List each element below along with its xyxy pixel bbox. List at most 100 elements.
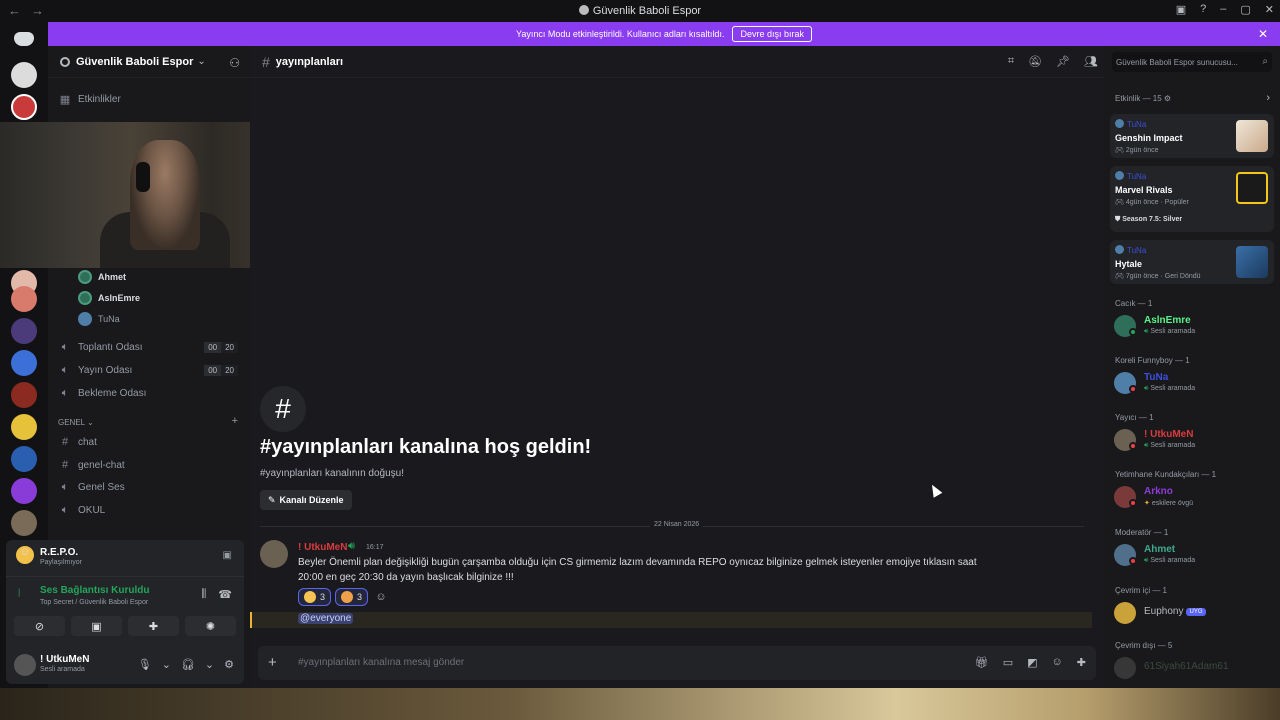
member-status: 🔊︎ Sesli aramada <box>1144 328 1195 336</box>
guild-header[interactable]: Güvenlik Baboli Espor ⌄ ⚇ <box>48 46 250 78</box>
streamer-mode-banner: Yayıncı Modu etkinleştirildi. Kullanıcı … <box>48 22 1280 46</box>
emoji-icon[interactable]: ☺ <box>1052 656 1063 669</box>
connection-channel[interactable]: Top Secret / Güvenlik Baboli Espor <box>40 599 148 606</box>
voice-channel-genel-ses[interactable]: 🔈︎ Genel Ses <box>58 478 125 496</box>
gear-icon[interactable]: ⚙ <box>1164 94 1171 103</box>
disconnect-icon[interactable]: ☎ <box>218 588 232 601</box>
screen-share-button[interactable]: ▣ <box>71 616 122 636</box>
text-channel-chat[interactable]: # chat <box>58 433 97 451</box>
message-author[interactable]: ! UtkuMeN <box>298 542 347 553</box>
voice-user-2[interactable]: AslnEmre <box>78 289 140 307</box>
composer-placeholder[interactable]: #yayınplanları kanalına mesaj gönder <box>298 657 464 668</box>
activity-user: TuNa <box>1127 120 1147 129</box>
member-item[interactable]: AslnEmre 🔊︎ Sesli aramada <box>1114 313 1274 339</box>
chat-area: # yayınplanları ⌗ 🔕︎ 📌︎ 👥︎ # #yayınplanl… <box>250 46 1104 688</box>
settings-gear-icon[interactable]: ⚙ <box>224 658 234 671</box>
reaction-1[interactable]: 3 <box>298 588 332 606</box>
member-name: TuNa <box>1144 372 1169 383</box>
member-item[interactable]: Euphony UYG <box>1114 600 1274 626</box>
server-icon-7[interactable] <box>11 382 37 408</box>
channel-name: Bekleme Odası <box>78 387 147 399</box>
voice-channel-yayin[interactable]: 🔈︎ Yayın Odası <box>58 361 133 379</box>
server-icon-10[interactable] <box>11 478 37 504</box>
member-status-text: Sesli aramada <box>1150 557 1196 564</box>
avatar[interactable] <box>14 654 36 676</box>
text-channel-genel-chat[interactable]: # genel-chat <box>58 456 125 474</box>
server-icon-2[interactable] <box>11 94 37 120</box>
share-screen-icon[interactable]: ▣ <box>223 550 232 561</box>
help-icon[interactable]: ? <box>1200 3 1206 16</box>
threads-icon[interactable]: ⌗ <box>1008 55 1014 68</box>
invite-people-icon[interactable]: ⚇ <box>229 56 240 70</box>
close-window-button[interactable]: ✕ <box>1265 3 1274 16</box>
voice-channel-bekleme[interactable]: 🔈︎ Bekleme Odası <box>58 384 147 402</box>
message-composer[interactable]: + #yayınplanları kanalına mesaj gönder 🎁… <box>258 646 1096 680</box>
activity-card-1[interactable]: TuNa Genshin Impact 🎮︎ 2gün önce <box>1110 114 1274 158</box>
server-icon-9[interactable] <box>11 446 37 472</box>
voice-user-3[interactable]: TuNa <box>78 310 120 328</box>
chevron-down-icon[interactable]: ⌄ <box>205 658 214 671</box>
member-item[interactable]: 61Siyah61Adam61 <box>1114 655 1274 681</box>
season-label: Season 7.5: Silver <box>1122 216 1183 223</box>
discord-home-icon[interactable] <box>14 32 34 46</box>
voice-user-1[interactable]: Ahmet <box>78 268 126 286</box>
inbox-icon[interactable]: ▣ <box>1176 3 1186 16</box>
microphone-icon[interactable]: 🎙︎ <box>138 658 152 671</box>
user-panel: ! UtkuMeN Sesli aramada 🎙︎ ⌄ 🎧︎ ⌄ ⚙ <box>6 648 244 684</box>
mention-row: @everyone <box>250 612 1092 628</box>
gif-icon[interactable]: ▭ <box>1003 656 1013 669</box>
category-genel[interactable]: GENEL ⌄ <box>58 418 94 427</box>
member-item[interactable]: TuNa 🔊︎ Sesli aramada <box>1114 370 1274 396</box>
close-banner-icon[interactable]: ✕ <box>1258 27 1268 41</box>
activity-card-3[interactable]: TuNa Hytale 🎮︎ 7gün önce · Geri Döndü <box>1110 240 1274 284</box>
server-icon-8[interactable] <box>11 414 37 440</box>
server-icon-6[interactable] <box>11 350 37 376</box>
events-item[interactable]: ▦ Etkinlikler <box>58 90 121 108</box>
voice-channel-toplanti[interactable]: 🔈︎ Toplantı Odası <box>58 338 143 356</box>
member-item[interactable]: ! UtkuMeN 🔊︎ Sesli aramada <box>1114 427 1274 453</box>
activities-button[interactable]: ✚ <box>128 616 179 636</box>
maximize-button[interactable]: ▢ <box>1240 3 1250 16</box>
channel-name: genel-chat <box>78 459 125 471</box>
everyone-mention[interactable]: @everyone <box>298 613 354 624</box>
minimize-button[interactable]: – <box>1220 3 1226 16</box>
noise-suppression-icon[interactable]: ⫼ <box>201 588 206 601</box>
disable-button[interactable]: Devre dışı bırak <box>732 26 812 42</box>
activity-card-2[interactable]: TuNa Marvel Rivals 🎮︎ 4gün önce · Popüle… <box>1110 166 1274 232</box>
add-reaction-icon[interactable]: ☺ <box>372 588 390 606</box>
attach-plus-icon[interactable]: + <box>268 654 277 671</box>
username: ! UtkuMeN <box>40 654 90 665</box>
member-status-text: eskilere övgü <box>1151 500 1194 507</box>
soundboard-button[interactable]: ✺ <box>185 616 236 636</box>
member-name: Ahmet <box>1144 544 1176 555</box>
genshin-art-icon <box>1236 120 1268 152</box>
server-icon-11[interactable] <box>11 510 37 536</box>
sticker-icon[interactable]: ◩ <box>1027 656 1037 669</box>
headphones-icon[interactable]: 🎧︎ <box>181 658 195 671</box>
chevron-right-icon[interactable]: › <box>1266 92 1270 104</box>
server-icon-5[interactable] <box>11 318 37 344</box>
edit-channel-button[interactable]: ✎ Kanalı Düzenle <box>260 490 352 510</box>
server-icon-1[interactable] <box>11 62 37 88</box>
message-content: Beyler Önemli plan değişikliği bugün çar… <box>298 557 977 583</box>
thinking-emoji-icon <box>304 591 316 603</box>
chevron-down-icon[interactable]: ⌄ <box>162 658 171 671</box>
member-item[interactable]: Ahmet 🔊︎ Sesli aramada <box>1114 542 1274 568</box>
server-icon-4[interactable] <box>11 286 37 312</box>
connection-status[interactable]: Ses Bağlantısı Kuruldu <box>40 585 149 596</box>
voice-channel-okul[interactable]: 🔈︎ OKUL <box>58 501 106 519</box>
notification-bell-icon[interactable]: 🔕︎ <box>1028 55 1042 68</box>
gift-icon[interactable]: 🎁︎ <box>975 656 989 669</box>
avatar[interactable] <box>260 540 288 568</box>
chat-header: # yayınplanları ⌗ 🔕︎ 📌︎ 👥︎ <box>250 46 1104 78</box>
member-item[interactable]: Arkno ✦ eskilere övgü <box>1114 484 1274 510</box>
pin-icon[interactable]: 📌︎ <box>1056 55 1070 68</box>
search-placeholder: Güvenlik Baboli Espor sunucusu... <box>1116 58 1238 67</box>
add-channel-icon[interactable]: + <box>232 415 238 427</box>
apps-icon[interactable]: ✚ <box>1077 656 1086 669</box>
camera-off-button[interactable]: ⊘ <box>14 616 65 636</box>
member-list-icon[interactable]: 👥︎ <box>1084 55 1098 68</box>
member-status: 🔊︎ Sesli aramada <box>1144 442 1195 450</box>
reaction-2[interactable]: 3 <box>335 588 369 606</box>
search-input[interactable]: Güvenlik Baboli Espor sunucusu... ⌕ <box>1112 52 1272 72</box>
